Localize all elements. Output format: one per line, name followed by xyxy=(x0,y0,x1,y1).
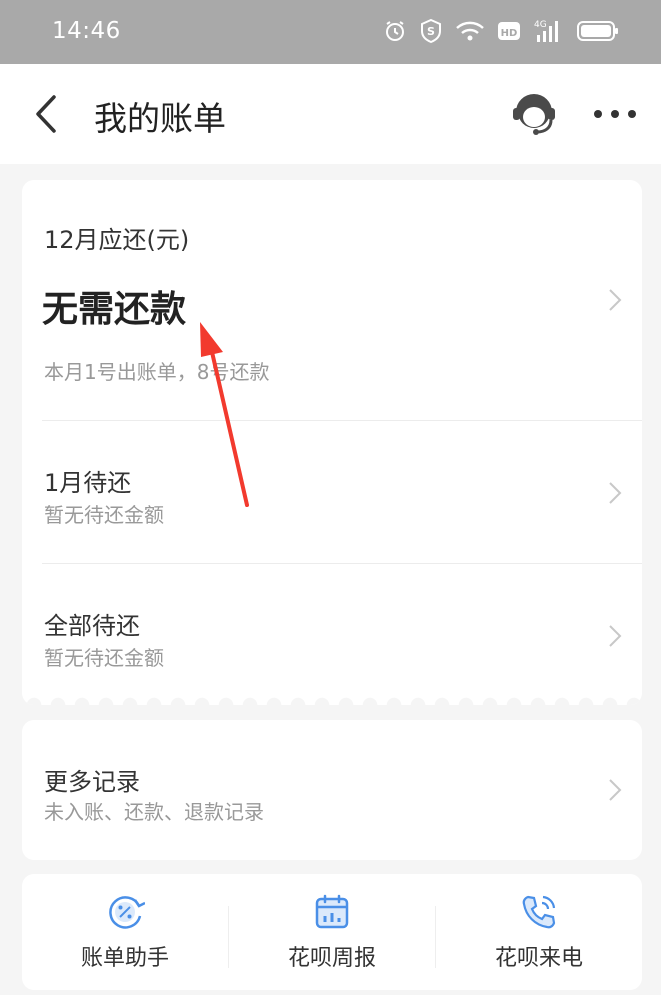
phone-call-icon xyxy=(519,892,559,932)
back-arrow-icon[interactable] xyxy=(30,94,62,134)
status-time: 14:46 xyxy=(52,18,121,44)
all-pending-title: 全部待还 xyxy=(44,612,140,640)
tools-card: 账单助手 花呗周报 花呗来电 xyxy=(22,874,642,990)
bill-card: 12月应还(元) 无需还款 本月1号出账单，8号还款 1月待还 暂无待还金额 全… xyxy=(22,180,642,705)
network-label: 4G xyxy=(534,20,547,30)
all-pending-row[interactable]: 全部待还 暂无待还金额 xyxy=(22,564,642,705)
chevron-right-icon xyxy=(608,481,622,505)
tool-label: 花呗周报 xyxy=(287,946,376,971)
status-icons: S HD 4G xyxy=(383,18,619,44)
tool-label: 花呗来电 xyxy=(494,946,583,971)
current-bill-section[interactable]: 12月应还(元) 无需还款 本月1号出账单，8号还款 xyxy=(22,180,642,420)
hd-icon: HD xyxy=(497,20,521,42)
all-pending-sub: 暂无待还金额 xyxy=(44,646,164,670)
cellular-signal-icon: 4G xyxy=(533,18,565,44)
more-records-sub: 未入账、还款、退款记录 xyxy=(44,800,264,824)
next-month-row[interactable]: 1月待还 暂无待还金额 xyxy=(22,421,642,563)
wifi-icon xyxy=(455,20,485,42)
status-bar: 14:46 S HD 4G xyxy=(0,0,661,64)
calendar-chart-icon xyxy=(312,892,352,932)
weekly-report-button[interactable]: 花呗周报 xyxy=(229,874,435,990)
due-note: 本月1号出账单，8号还款 xyxy=(44,360,270,384)
next-month-sub: 暂无待还金额 xyxy=(44,503,164,527)
more-records-title: 更多记录 xyxy=(44,768,140,796)
nav-bar: 我的账单 xyxy=(0,64,661,164)
alarm-icon xyxy=(383,19,407,43)
due-amount: 无需还款 xyxy=(42,289,187,330)
ticket-scallop-edge xyxy=(22,696,642,705)
bill-assistant-button[interactable]: 账单助手 xyxy=(22,874,228,990)
shield-icon: S xyxy=(419,18,443,44)
customer-service-icon[interactable] xyxy=(508,90,560,138)
svg-text:S: S xyxy=(427,25,435,38)
chevron-right-icon xyxy=(608,288,622,312)
more-options-icon[interactable] xyxy=(590,106,640,122)
more-records-card[interactable]: 更多记录 未入账、还款、退款记录 xyxy=(22,720,642,860)
next-month-title: 1月待还 xyxy=(44,469,132,497)
page-title: 我的账单 xyxy=(94,99,226,138)
svg-text:HD: HD xyxy=(501,28,518,39)
battery-icon xyxy=(577,20,619,42)
tool-label: 账单助手 xyxy=(80,946,169,971)
due-label: 12月应还(元) xyxy=(44,226,190,254)
chevron-right-icon xyxy=(608,778,622,802)
percent-cycle-icon xyxy=(105,892,146,932)
chevron-right-icon xyxy=(608,624,622,648)
phone-call-button[interactable]: 花呗来电 xyxy=(436,874,642,990)
